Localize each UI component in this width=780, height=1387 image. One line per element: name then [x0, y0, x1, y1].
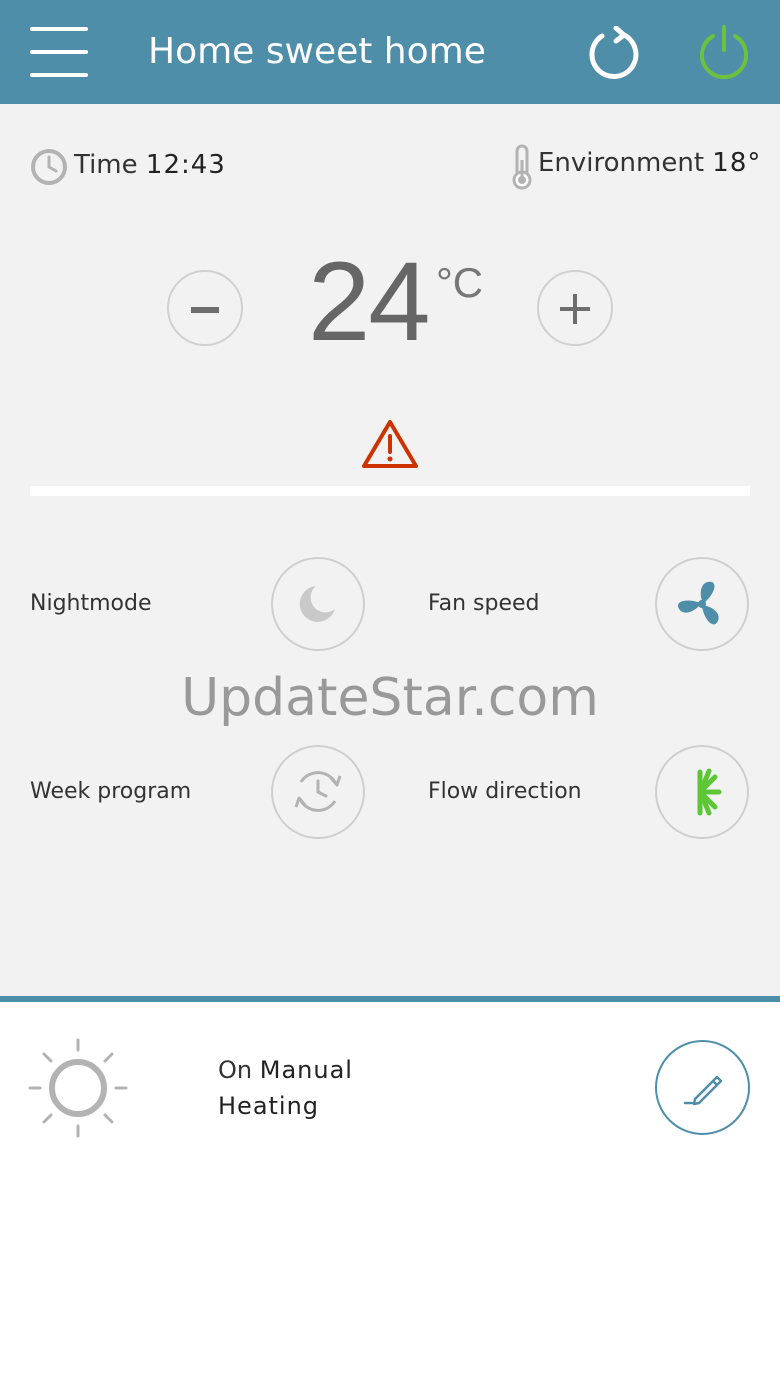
nightmode-label: Nightmode — [30, 591, 152, 616]
environment-label: Environment — [538, 148, 705, 178]
power-icon[interactable] — [696, 24, 752, 82]
function-mode: Heating — [218, 1092, 320, 1120]
flow-direction-icon — [697, 768, 722, 816]
operating-mode: On Manual Heating — [218, 1052, 353, 1124]
minus-icon — [191, 307, 219, 313]
edit-mode-button[interactable] — [655, 1040, 750, 1135]
nightmode-button[interactable] — [271, 557, 365, 651]
plus-icon-v — [573, 294, 577, 324]
fan-icon — [677, 581, 719, 625]
week-program-button[interactable] — [271, 745, 365, 839]
flow-direction-button[interactable] — [655, 745, 749, 839]
power-state: On — [218, 1056, 253, 1084]
watermark: UpdateStar.com — [181, 668, 599, 728]
time-readout: Time 12:43 — [74, 147, 226, 183]
status-bar — [30, 486, 750, 496]
page-title: Home sweet home — [148, 31, 486, 72]
sun-icon — [28, 1038, 128, 1138]
control-mode: Manual — [259, 1056, 353, 1084]
refresh-icon[interactable] — [586, 25, 640, 80]
increase-temperature-button[interactable] — [537, 270, 613, 346]
temperature-unit: °C — [436, 259, 484, 306]
week-program-label: Week program — [30, 779, 192, 804]
moon-icon — [299, 586, 335, 622]
fan-speed-label: Fan speed — [428, 591, 540, 616]
decrease-temperature-button[interactable] — [167, 270, 243, 346]
schedule-clock-icon — [294, 771, 342, 812]
hamburger-menu-icon[interactable] — [30, 27, 88, 77]
environment-readout: Environment 18° — [538, 145, 761, 181]
app-header: Home sweet home — [0, 0, 780, 104]
setpoint-temperature: 24 — [308, 239, 431, 364]
fan-speed-button[interactable] — [655, 557, 749, 651]
flow-direction-label: Flow direction — [428, 779, 582, 804]
clock-icon — [30, 148, 68, 186]
time-label: Time — [74, 150, 138, 180]
warning-triangle-icon[interactable] — [360, 418, 420, 470]
environment-value: 18° — [712, 148, 762, 178]
pencil-icon — [683, 1075, 723, 1106]
thermometer-icon — [510, 144, 534, 190]
footer-divider — [0, 996, 780, 1002]
time-value: 12:43 — [145, 150, 226, 180]
